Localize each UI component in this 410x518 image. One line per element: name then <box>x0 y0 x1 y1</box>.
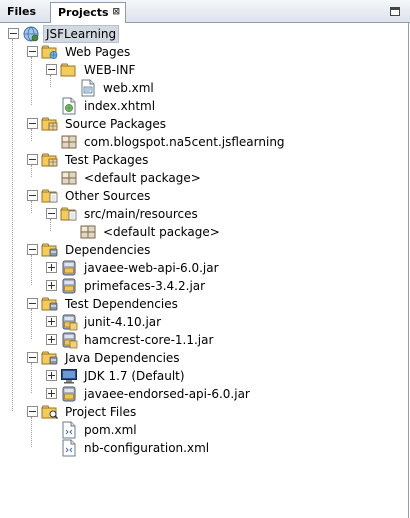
tree-item-label: hamcrest-core-1.1.jar <box>84 333 214 347</box>
globe-project-icon <box>22 25 40 43</box>
tree-row[interactable]: pom.xml <box>0 421 400 439</box>
project-tree: JSFLearning Web Pages WEB-INF web.xml index.… <box>0 23 409 518</box>
tree-item-label: index.xhtml <box>84 99 156 113</box>
expand-toggle-icon[interactable] <box>46 388 57 399</box>
tree-item-label: Project Files <box>65 405 137 419</box>
tree-item-label: WEB-INF <box>84 63 136 77</box>
package-icon <box>60 133 78 151</box>
tree-item-label: Test Dependencies <box>65 297 178 311</box>
tree-item-label: junit-4.10.jar <box>84 315 162 329</box>
jar-folder-icon <box>41 241 59 259</box>
tree-row[interactable]: Project Files <box>0 403 400 421</box>
jar-folder-icon <box>41 349 59 367</box>
tree-item-label: src/main/resources <box>84 207 198 221</box>
jar-folder-icon <box>41 295 59 313</box>
tree-row[interactable]: Test Packages <box>0 151 400 169</box>
tree-row[interactable]: <default package> <box>0 223 400 241</box>
collapse-toggle-icon[interactable] <box>8 28 19 39</box>
package-icon <box>60 169 78 187</box>
tree-row[interactable]: hamcrest-core-1.1.jar <box>0 331 400 349</box>
tree-item-label: pom.xml <box>84 423 137 437</box>
tree-item-label: primefaces-3.4.2.jar <box>84 279 206 293</box>
jar-icon <box>60 277 78 295</box>
tree-item-label: JDK 1.7 (Default) <box>84 369 185 383</box>
window-tab-bar: Files Projects ⊠ <box>0 0 410 23</box>
tree-item-label: Dependencies <box>65 243 151 257</box>
tree-row[interactable]: junit-4.10.jar <box>0 313 400 331</box>
xml-config-file-icon <box>79 79 97 97</box>
collapse-toggle-icon[interactable] <box>27 118 38 129</box>
collapse-toggle-icon[interactable] <box>27 406 38 417</box>
test-jar-icon <box>60 313 78 331</box>
tree-row[interactable]: Other Sources <box>0 187 400 205</box>
tree-row[interactable]: <default package> <box>0 169 400 187</box>
tab-files-label: Files <box>7 5 37 18</box>
minimize-window-icon[interactable] <box>390 7 400 16</box>
jdk-monitor-icon <box>60 367 78 385</box>
tree-item-label: nb-configuration.xml <box>84 441 210 455</box>
folder-icon <box>60 61 78 79</box>
tree-row[interactable]: Test Dependencies <box>0 295 400 313</box>
collapse-toggle-icon[interactable] <box>46 208 57 219</box>
tree-row[interactable]: javaee-web-api-6.0.jar <box>0 259 400 277</box>
tree-item-label: com.blogspot.na5cent.jsflearning <box>84 135 285 149</box>
expand-toggle-icon[interactable] <box>46 316 57 327</box>
web-file-icon <box>60 97 78 115</box>
collapse-toggle-icon[interactable] <box>27 190 38 201</box>
jar-icon <box>60 385 78 403</box>
tree-item-label: Other Sources <box>65 189 151 203</box>
tree-item-label: Source Packages <box>65 117 167 131</box>
doc-folder-icon <box>41 187 59 205</box>
tree-row[interactable]: web.xml <box>0 79 400 97</box>
collapse-toggle-icon[interactable] <box>27 352 38 363</box>
tree-item-label: <default package> <box>84 171 201 185</box>
tree-item-label: web.xml <box>103 81 154 95</box>
collapse-toggle-icon[interactable] <box>46 64 57 75</box>
tab-projects-label: Projects <box>58 6 109 19</box>
package-icon <box>79 223 97 241</box>
expand-toggle-icon[interactable] <box>46 280 57 291</box>
tree-row[interactable]: com.blogspot.na5cent.jsflearning <box>0 133 400 151</box>
tree-item-label: javaee-web-api-6.0.jar <box>84 261 219 275</box>
package-folder-icon <box>41 115 59 133</box>
web-folder-icon <box>41 43 59 61</box>
tab-files[interactable]: Files <box>2 2 50 23</box>
tree-item-label: <default package> <box>103 225 220 239</box>
expand-toggle-icon[interactable] <box>46 370 57 381</box>
collapse-toggle-icon[interactable] <box>27 154 38 165</box>
xml-file-icon <box>60 439 78 457</box>
tree-row[interactable]: Java Dependencies <box>0 349 400 367</box>
test-jar-icon <box>60 331 78 349</box>
search-folder-icon <box>41 403 59 421</box>
tree-row[interactable]: javaee-endorsed-api-6.0.jar <box>0 385 400 403</box>
tree-item-label: JSFLearning <box>43 25 120 43</box>
collapse-toggle-icon[interactable] <box>27 298 38 309</box>
expand-toggle-icon[interactable] <box>46 262 57 273</box>
expand-toggle-icon[interactable] <box>46 334 57 345</box>
tree-row[interactable]: JDK 1.7 (Default) <box>0 367 400 385</box>
close-icon[interactable]: ⊠ <box>112 3 120 22</box>
tree-item-label: Java Dependencies <box>65 351 180 365</box>
tree-item-label: Web Pages <box>65 45 131 59</box>
xml-file-icon <box>60 421 78 439</box>
tree-item-label: Test Packages <box>65 153 149 167</box>
tree-row[interactable]: WEB-INF <box>0 61 400 79</box>
tree-row[interactable]: JSFLearning <box>0 25 400 43</box>
jar-icon <box>60 259 78 277</box>
tree-row[interactable]: Web Pages <box>0 43 400 61</box>
package-folder-icon <box>41 151 59 169</box>
tree-row[interactable]: Dependencies <box>0 241 400 259</box>
tree-row[interactable]: nb-configuration.xml <box>0 439 400 457</box>
tree-item-label: javaee-endorsed-api-6.0.jar <box>84 387 250 401</box>
tree-row[interactable]: Source Packages <box>0 115 400 133</box>
collapse-toggle-icon[interactable] <box>27 244 38 255</box>
collapse-toggle-icon[interactable] <box>27 46 38 57</box>
tree-row[interactable]: index.xhtml <box>0 97 400 115</box>
tree-row[interactable]: primefaces-3.4.2.jar <box>0 277 400 295</box>
tab-projects[interactable]: Projects ⊠ <box>50 2 126 23</box>
tree-row[interactable]: src/main/resources <box>0 205 400 223</box>
doc-folder-icon <box>60 205 78 223</box>
